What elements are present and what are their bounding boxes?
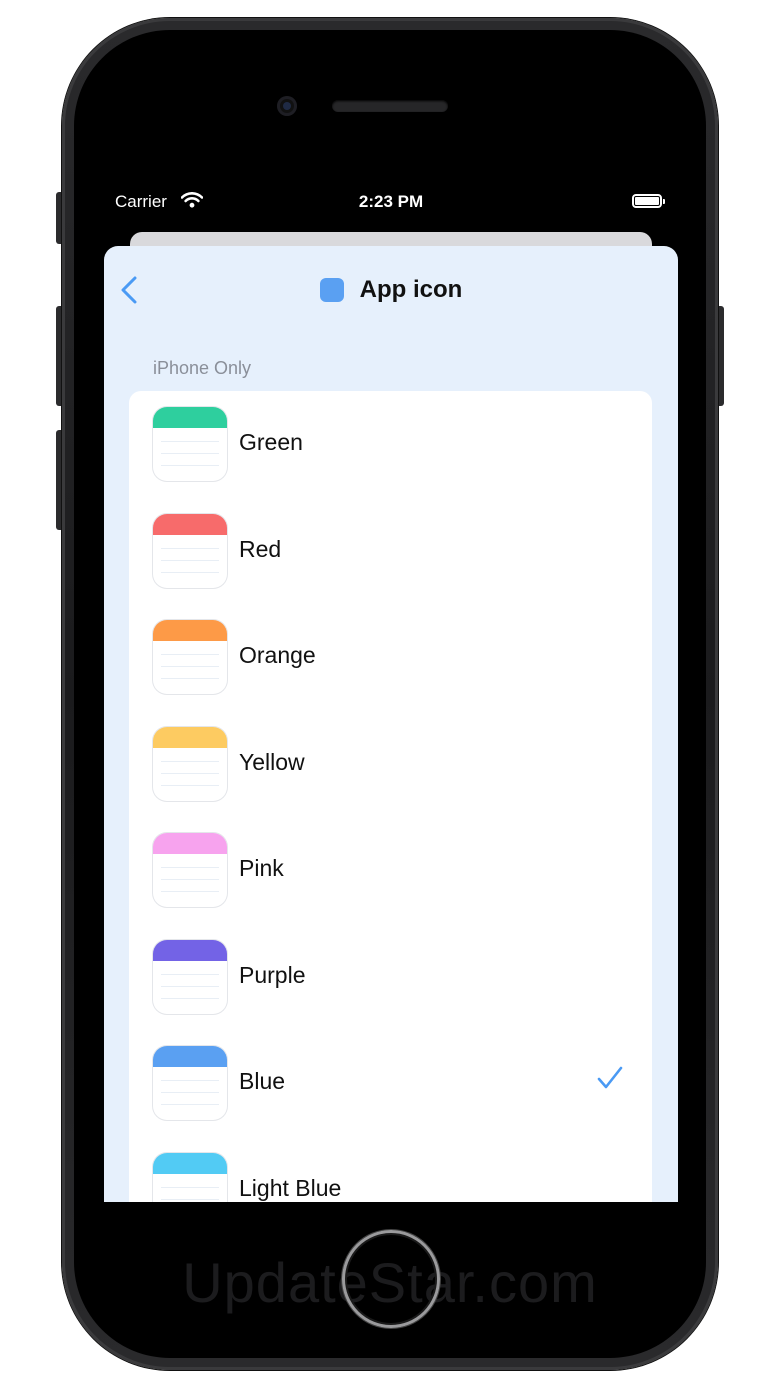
list-item-label: Green — [239, 429, 303, 455]
notes-app-icon — [153, 726, 227, 801]
notes-app-icon — [153, 513, 227, 588]
notes-app-icon — [153, 939, 227, 1014]
screen: Carrier 2:23 PM App icon iPhone Only Gre… — [104, 184, 678, 1202]
list-item[interactable]: Yellow — [129, 711, 652, 817]
list-item[interactable]: Green — [129, 391, 652, 497]
back-button[interactable] — [114, 272, 144, 308]
section-header: iPhone Only — [153, 358, 252, 378]
list-item-label: Red — [239, 535, 282, 562]
earpiece-speaker — [332, 100, 448, 112]
status-time: 2:23 PM — [358, 192, 424, 211]
page-title: App icon — [104, 272, 678, 308]
list-item[interactable]: Blue — [129, 1030, 652, 1136]
checkmark-icon — [597, 1066, 623, 1089]
home-button[interactable] — [342, 1230, 440, 1328]
app-icon-sheet: App icon iPhone Only Green Red Orange Yello… — [104, 246, 678, 1202]
notes-app-icon — [153, 620, 227, 694]
app-icon-glyph-icon — [319, 278, 344, 302]
list-item-label: Light Blue — [239, 1174, 342, 1201]
front-camera-icon — [277, 96, 297, 116]
list-item[interactable]: Purple — [129, 924, 652, 1030]
list-item-label: Blue — [239, 1068, 286, 1094]
notes-app-icon — [153, 1046, 227, 1120]
list-item[interactable]: Pink — [129, 817, 652, 923]
list-item-label: Orange — [239, 642, 316, 668]
list-item-label: Yellow — [239, 748, 305, 775]
list-item[interactable]: Light Blue — [129, 1137, 652, 1202]
page-title-text: App icon — [359, 276, 463, 303]
notes-app-icon — [153, 1152, 227, 1202]
notes-app-icon — [153, 833, 227, 907]
battery-icon — [632, 194, 665, 208]
notes-app-icon — [153, 407, 227, 481]
list-item-label: Pink — [239, 855, 284, 881]
status-bar: Carrier 2:23 PM — [104, 184, 678, 218]
list-item[interactable]: Red — [129, 498, 652, 604]
list-item[interactable]: Orange — [129, 604, 652, 710]
device-frame: Carrier 2:23 PM App icon iPhone Only Gre… — [0, 0, 780, 1387]
list-item-label: Purple — [239, 961, 306, 988]
navigation-bar: App icon — [104, 246, 678, 336]
chevron-left-icon — [121, 276, 137, 304]
icon-list: Green Red Orange Yellow Pink Purple Blue Light … — [129, 391, 652, 1202]
